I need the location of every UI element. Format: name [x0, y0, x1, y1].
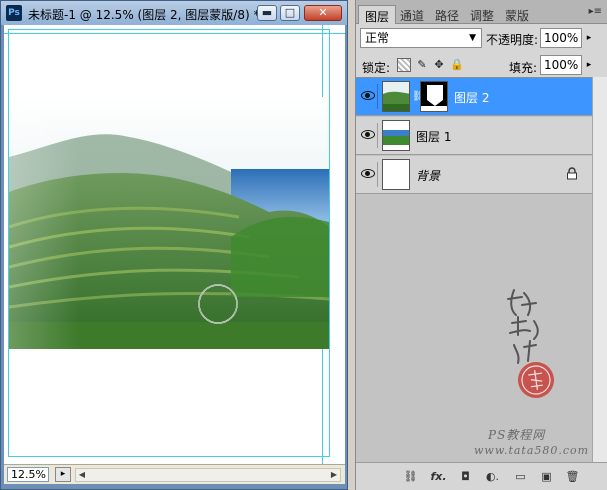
- maximize-icon: □: [284, 6, 296, 19]
- scroll-right-icon[interactable]: ▶: [328, 469, 340, 481]
- document-title: 未标题-1 @ 12.5% (图层 2, 图层蒙版/8) *: [28, 8, 260, 22]
- fill-dropdown-icon[interactable]: ▸: [583, 55, 595, 75]
- opacity-dropdown-icon[interactable]: ▸: [583, 28, 595, 48]
- close-icon: ✕: [318, 6, 328, 19]
- visibility-toggle[interactable]: [358, 123, 378, 148]
- zoom-field[interactable]: 12.5%: [7, 467, 49, 482]
- document-window: Ps 未标题-1 @ 12.5% (图层 2, 图层蒙版/8) * ▬ □ ✕: [0, 0, 348, 490]
- layer-row-background[interactable]: 背景: [356, 156, 592, 194]
- opacity-label: 不透明度:: [486, 33, 539, 47]
- panel-footer: ⛓ fx. ◘ ◐. ▭ ▣ 🗑: [356, 462, 607, 490]
- tab-channels[interactable]: 通道: [394, 5, 430, 24]
- layer-thumbnail[interactable]: [382, 120, 410, 151]
- eye-icon: [361, 169, 375, 178]
- fx-icon[interactable]: fx.: [430, 469, 447, 484]
- scroll-left-icon[interactable]: ◀: [76, 469, 88, 481]
- layer-thumbnail[interactable]: [382, 81, 410, 112]
- link-layers-icon[interactable]: ⛓: [402, 469, 419, 484]
- visibility-toggle[interactable]: [358, 84, 378, 109]
- padlock-icon: [567, 167, 577, 180]
- maximize-button[interactable]: □: [280, 5, 300, 21]
- lock-label: 锁定:: [362, 61, 391, 75]
- watermark-url: www.tata580.com: [474, 444, 590, 457]
- horizontal-scrollbar[interactable]: ◀ ▶: [75, 468, 341, 482]
- layer-mask-thumbnail[interactable]: [420, 81, 448, 112]
- layer-row-layer-1[interactable]: 图层 1: [356, 117, 592, 155]
- opacity-field[interactable]: 100%: [540, 28, 582, 48]
- blend-mode-value: 正常: [365, 31, 390, 45]
- fill-label: 填充:: [509, 61, 538, 75]
- visibility-toggle[interactable]: [358, 162, 378, 187]
- tab-masks[interactable]: 蒙版: [499, 5, 535, 24]
- status-bar: 12.5% ▸ ◀ ▶: [4, 464, 345, 484]
- adjustment-layer-icon[interactable]: ◐.: [484, 469, 501, 484]
- vertical-scrollbar[interactable]: [592, 77, 607, 470]
- new-group-icon[interactable]: ▭: [512, 469, 529, 484]
- chevron-down-icon: ▼: [469, 33, 476, 43]
- lock-transparency-icon[interactable]: [397, 58, 411, 72]
- layer-name[interactable]: 图层 1: [416, 128, 451, 145]
- status-menu-button[interactable]: ▸: [55, 467, 71, 482]
- layer-row-layer-2[interactable]: ⛓ 图层 2: [356, 78, 592, 116]
- watermark-calligraphy: [507, 289, 554, 398]
- panel-menu-icon[interactable]: ▸≡: [589, 6, 602, 17]
- blend-mode-select[interactable]: 正常 ▼: [360, 28, 482, 48]
- lock-position-icon[interactable]: ✥: [432, 58, 446, 72]
- layer-thumbnail[interactable]: [382, 159, 410, 190]
- canvas-area[interactable]: [4, 25, 345, 464]
- tea-plantation-image: [9, 97, 329, 349]
- close-button[interactable]: ✕: [304, 5, 342, 21]
- lock-all-icon[interactable]: 🔒: [450, 58, 464, 72]
- panel-tab-bar: 图层 通道 路径 调整 蒙版 ▸≡: [356, 0, 607, 24]
- add-mask-icon[interactable]: ◘: [457, 469, 474, 484]
- eye-icon: [361, 91, 375, 100]
- tab-paths[interactable]: 路径: [429, 5, 465, 24]
- minimize-button[interactable]: ▬: [257, 5, 277, 21]
- tab-layers[interactable]: 图层: [358, 5, 397, 24]
- minimize-icon: ▬: [261, 6, 273, 19]
- trash-icon[interactable]: 🗑: [564, 469, 581, 484]
- guide-line: [4, 33, 345, 34]
- tab-adjustments[interactable]: 调整: [464, 5, 500, 24]
- lock-pixels-icon[interactable]: ✎: [415, 58, 429, 72]
- photoshop-logo-icon: Ps: [6, 5, 22, 21]
- fill-field[interactable]: 100%: [540, 55, 582, 75]
- eye-icon: [361, 130, 375, 139]
- new-layer-icon[interactable]: ▣: [538, 469, 555, 484]
- watermark-text: PS教程网: [488, 428, 546, 442]
- document-title-bar[interactable]: Ps 未标题-1 @ 12.5% (图层 2, 图层蒙版/8) * ▬ □ ✕: [1, 1, 347, 25]
- layer-name[interactable]: 图层 2: [454, 89, 489, 106]
- layer-name[interactable]: 背景: [416, 167, 440, 184]
